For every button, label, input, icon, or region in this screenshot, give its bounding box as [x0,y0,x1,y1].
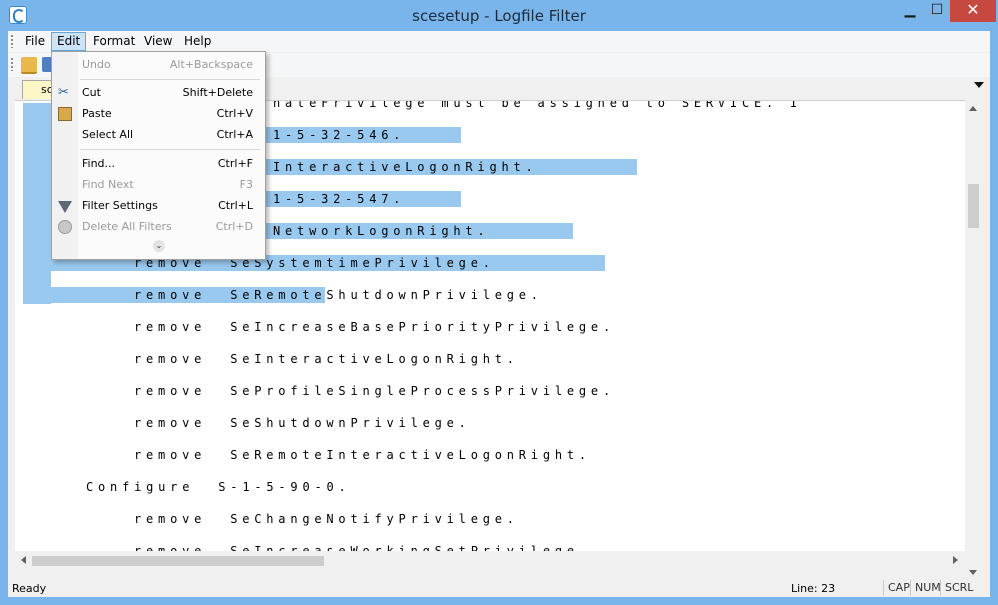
menu-item-label: Cut [82,86,101,99]
status-text: Ready [12,582,47,595]
scroll-down-icon[interactable] [969,570,977,575]
scroll-right-icon[interactable] [953,556,958,564]
horizontal-scroll-thumb[interactable] [32,556,324,566]
menu-item-label: Undo [82,58,111,71]
close-button[interactable]: ✕ [950,0,996,22]
log-line: remove SeIncreaseWorkingSetPrivilege. [134,544,591,551]
menu-item-shortcut: Ctrl+F [217,157,253,170]
scroll-left-icon[interactable] [21,556,26,564]
menu-separator [80,149,260,150]
menu-item-shortcut: Ctrl+V [216,107,253,120]
menu-item-label: Paste [82,107,112,120]
log-line: remove SeRemoteInteractiveLogonRight. [134,448,591,462]
open-folder-icon[interactable] [21,57,37,74]
menu-format[interactable]: Format [88,33,140,50]
log-line: nateFrivilege must be assigned to SERVIC… [273,100,803,110]
menu-file[interactable]: File [20,33,50,50]
expand-menu-chevron-icon[interactable]: ⌄ [153,240,165,252]
horizontal-scrollbar[interactable] [15,552,965,569]
menu-item-shortcut: Ctrl+A [216,128,253,141]
delete-filters-icon [58,220,72,234]
menu-item-label: Find... [82,157,116,170]
minimize-button[interactable]: ▁ [896,0,924,22]
log-line: remove SeChangeNotifyPrivilege. [134,512,519,526]
log-line: remove SeInteractiveLogonRight. [134,352,519,366]
menu-item-shortcut: Ctrl+D [215,220,253,233]
menu-item-cut[interactable]: ✂ Cut Shift+Delete [52,83,265,103]
line-indicator: Line: 23 [791,582,836,595]
menu-item-label: Select All [82,128,134,141]
menu-help[interactable]: Help [179,33,216,50]
paste-icon [58,107,72,121]
edit-menu-dropdown: Undo Alt+Backspace ✂ Cut Shift+Delete Pa… [51,51,266,260]
vertical-scrollbar[interactable] [965,100,982,580]
menu-item-undo[interactable]: Undo Alt+Backspace [52,55,265,75]
menu-separator [80,79,260,80]
log-line: 1-5-32-547. [273,192,406,206]
menu-item-label: Delete All Filters [82,220,172,233]
log-line: remove SeProfileSingleProcessPrivilege. [134,384,615,398]
toolbar-grip[interactable] [11,58,13,71]
menu-view[interactable]: View [139,33,177,50]
log-line: remove SeShutdownPrivilege. [134,416,471,430]
menu-item-filter-settings[interactable]: Filter Settings Ctrl+L [52,196,265,216]
window-title: scesetup - Logfile Filter [412,7,586,25]
menu-item-label: Filter Settings [82,199,158,212]
menu-edit[interactable]: Edit [51,32,87,51]
menu-item-select-all[interactable]: Select All Ctrl+A [52,125,265,145]
menu-item-paste[interactable]: Paste Ctrl+V [52,104,265,124]
scroll-up-icon[interactable] [969,106,977,111]
menu-bar: File Edit Format View Help [8,31,990,52]
menu-item-delete-all-filters[interactable]: Delete All Filters Ctrl+D [52,217,265,237]
title-bar: scesetup - Logfile Filter ▁ ☐ ✕ [0,0,998,31]
selection-highlight [23,103,51,304]
tab-list-dropdown-icon[interactable] [974,82,984,88]
status-bar: Ready Line: 23 CAP NUM SCRL [8,578,990,597]
app-window: scesetup - Logfile Filter ▁ ☐ ✕ File Edi… [0,0,998,605]
menu-item-label: Find Next [82,178,134,191]
scissors-icon: ✂ [58,85,69,100]
menu-item-shortcut: Ctrl+L [218,199,253,212]
vertical-scroll-thumb[interactable] [968,184,979,228]
scroll-lock-indicator: SCRL [940,580,977,596]
log-line: NetworkLogonRight. [273,224,490,238]
menu-item-shortcut: Shift+Delete [182,86,253,99]
menu-item-shortcut: F3 [239,178,253,191]
maximize-button[interactable]: ☐ [924,0,950,22]
menu-item-shortcut: Alt+Backspace [169,58,253,71]
log-line: remove SeIncreaseBasePriorityPrivilege. [134,320,615,334]
menubar-grip[interactable] [11,35,13,48]
log-line: Configure S-1-5-90-0. [86,480,351,494]
menu-item-find[interactable]: Find... Ctrl+F [52,154,265,174]
log-line: remove SeRemoteShutdownPrivilege. [134,288,543,302]
log-line: InteractiveLogonRight. [273,160,538,174]
funnel-icon [58,201,72,213]
log-line: 1-5-32-546. [273,128,406,142]
menu-item-find-next[interactable]: Find Next F3 [52,175,265,195]
